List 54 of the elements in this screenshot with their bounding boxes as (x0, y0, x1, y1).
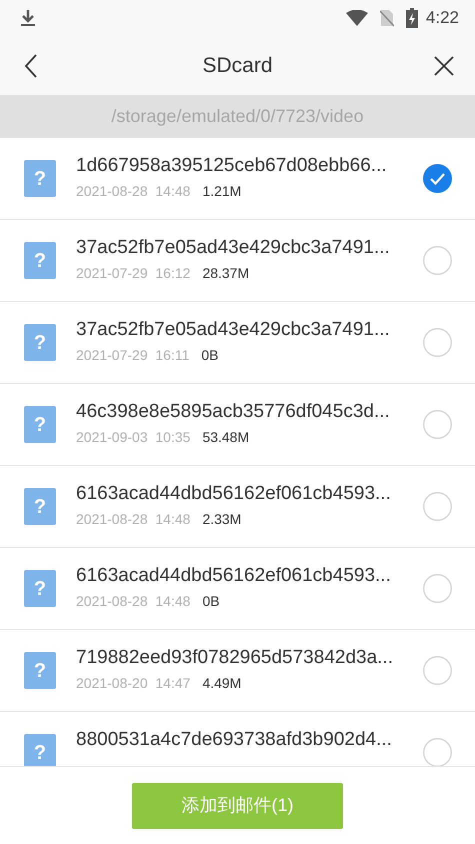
file-size: 0B (202, 592, 220, 610)
file-size: 53.48M (202, 428, 250, 446)
file-icon: ? (24, 324, 56, 361)
checked-radio[interactable] (423, 164, 452, 193)
file-name: 6163acad44dbd56162ef061cb4593... (76, 564, 392, 588)
no-sim-icon (380, 9, 394, 27)
file-icon: ? (24, 488, 56, 525)
file-icon: ? (24, 406, 56, 443)
file-icon: ? (24, 570, 56, 607)
file-row[interactable]: ? 6163acad44dbd56162ef061cb4593... 2021-08-28 14:48 0B (0, 548, 475, 630)
file-name: 46c398e8e5895acb35776df045c3d... (76, 400, 391, 424)
file-date: 2021-09-03 10:35 (76, 428, 190, 446)
file-name: 8800531a4c7de693738afd3b902d4... (76, 728, 393, 752)
back-icon (24, 54, 38, 78)
file-icon: ? (24, 242, 56, 279)
file-name: 37ac52fb7e05ad43e429cbc3a7491... (76, 236, 391, 260)
file-size: 4.49M (202, 674, 242, 692)
file-date: 2021-07-29 16:12 (76, 264, 190, 282)
file-date: 2021-08-28 14:48 (76, 182, 190, 200)
file-name: 719882eed93f0782965d573842d3a... (76, 646, 394, 670)
file-row[interactable]: ? 6163acad44dbd56162ef061cb4593... 2021-08-28 14:48 2.33M (0, 466, 475, 548)
file-row[interactable]: ? 37ac52fb7e05ad43e429cbc3a7491... 2021-07-29 16:11 0B (0, 302, 475, 384)
path-bar: /storage/emulated/0/7723/video (0, 95, 475, 138)
file-icon: ? (24, 734, 56, 766)
file-date: 2021-07-29 16:11 (76, 346, 190, 364)
file-size: 1.21M (202, 182, 242, 200)
header-title: SDcard (202, 52, 273, 79)
download-icon (20, 9, 36, 27)
file-name: 37ac52fb7e05ad43e429cbc3a7491... (76, 318, 391, 342)
unchecked-radio[interactable] (423, 738, 452, 766)
file-row[interactable]: ? 37ac52fb7e05ad43e429cbc3a7491... 2021-07-29 16:12 28.37M (0, 220, 475, 302)
unchecked-radio[interactable] (423, 246, 452, 275)
file-icon: ? (24, 652, 56, 689)
close-icon (434, 56, 454, 76)
unchecked-radio[interactable] (423, 492, 452, 521)
file-size: 28.37M (202, 264, 250, 282)
battery-icon (406, 8, 418, 28)
wifi-icon (346, 10, 368, 26)
unchecked-radio[interactable] (423, 574, 452, 603)
file-name: 6163acad44dbd56162ef061cb4593... (76, 482, 392, 506)
file-date: 2021-08-28 14:48 (76, 510, 190, 528)
unchecked-radio[interactable] (423, 656, 452, 685)
file-row[interactable]: ? 46c398e8e5895acb35776df045c3d... 2021-09-03 10:35 53.48M (0, 384, 475, 466)
file-row[interactable]: ? 1d667958a395125ceb67d08ebb66... 2021-08-28 14:48 1.21M (0, 138, 475, 220)
file-size: 0B (201, 346, 219, 364)
file-date: 2021-08-20 14:47 (76, 674, 190, 692)
file-name: 1d667958a395125ceb67d08ebb66... (76, 154, 388, 178)
unchecked-radio[interactable] (423, 410, 452, 439)
file-icon: ? (24, 160, 56, 197)
unchecked-radio[interactable] (423, 328, 452, 357)
status-time: 4:22 (426, 7, 459, 30)
file-size: 2.33M (202, 510, 242, 528)
file-date: 2021-08-28 14:48 (76, 592, 190, 610)
file-row[interactable]: ? 719882eed93f0782965d573842d3a... 2021-08-20 14:47 4.49M (0, 630, 475, 712)
